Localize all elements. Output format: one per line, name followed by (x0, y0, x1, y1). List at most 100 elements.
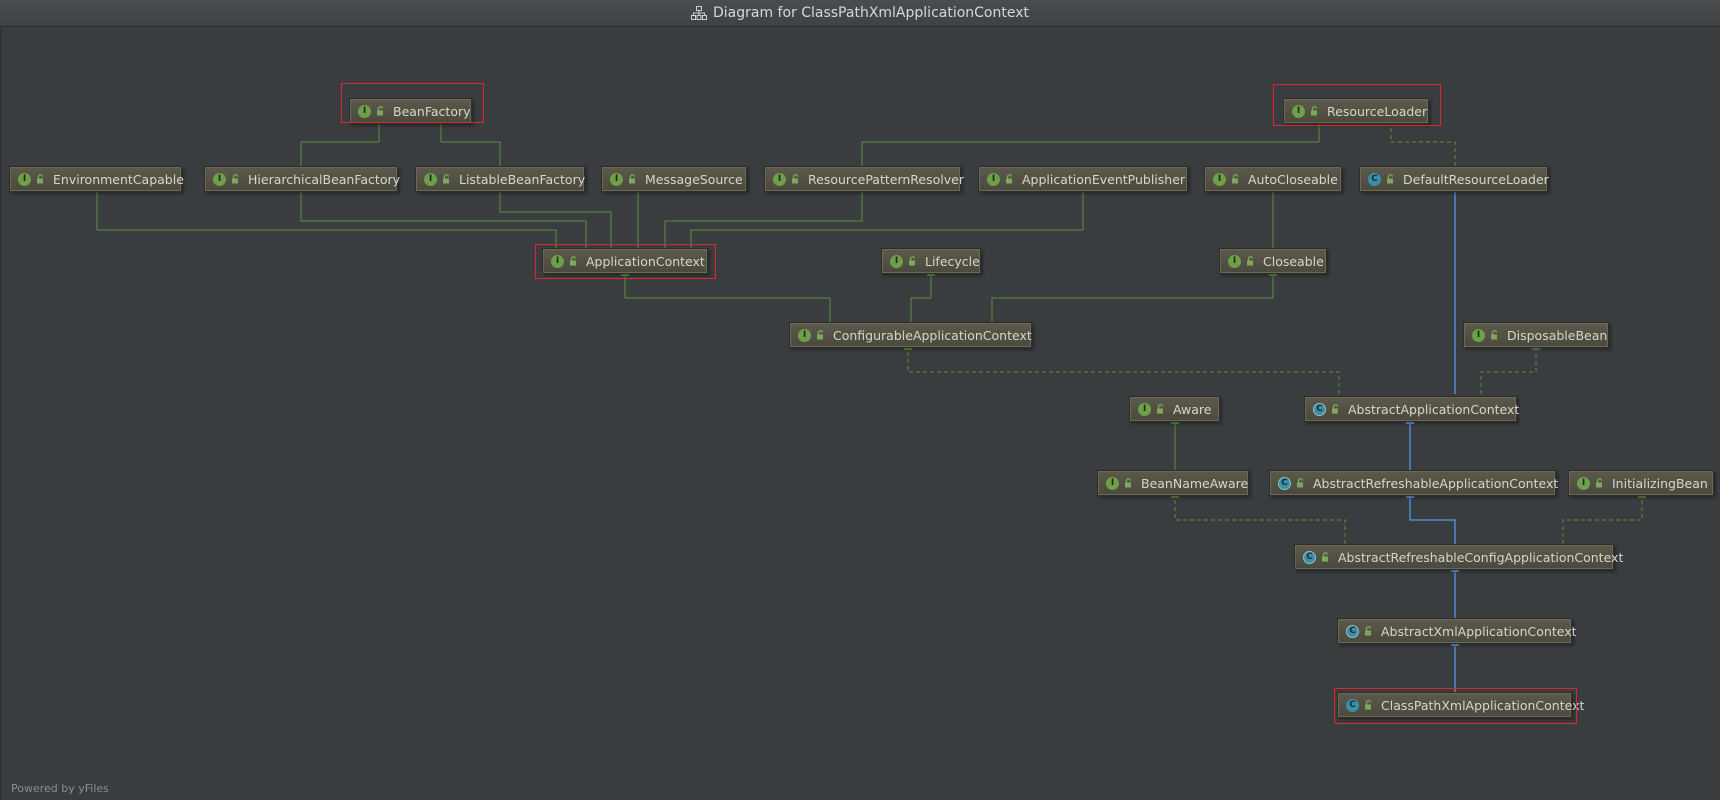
node-beannameaware[interactable]: I BeanNameAware (1097, 470, 1249, 496)
interface-icon: I (358, 104, 371, 118)
node-label: Lifecycle (925, 253, 980, 269)
lock-icon (1365, 626, 1372, 636)
lock-icon (909, 256, 916, 266)
interface-icon: I (213, 172, 226, 186)
lock-icon (232, 174, 239, 184)
node-label: ConfigurableApplicationContext (833, 327, 1032, 343)
lock-icon (629, 174, 636, 184)
edge-refreshableconfig-refreshable (1405, 489, 1456, 544)
node-label: ApplicationEventPublisher (1022, 171, 1186, 187)
node-label: HierarchicalBeanFactory (248, 171, 401, 187)
window-title: Diagram for ClassPathXmlApplicationConte… (712, 5, 1030, 21)
node-abstractrefreshableapplicationcontext[interactable]: C AbstractRefreshableApplicationContext (1269, 470, 1559, 496)
lock-icon (1247, 256, 1254, 266)
node-label: BeanFactory (393, 103, 471, 119)
node-label: BeanNameAware (1141, 475, 1249, 491)
edge-abstractapplicationcontext-configurable (903, 341, 1340, 394)
edge-defaultresourceloader-resourceloader (1386, 115, 1456, 166)
node-label: Closeable (1263, 253, 1324, 269)
interface-icon: I (773, 172, 786, 186)
edge-hierarchicalbeanfactory-beanfactory (300, 115, 384, 166)
lock-icon (1365, 700, 1372, 710)
node-autocloseable[interactable]: I AutoCloseable (1204, 166, 1342, 192)
node-label: ApplicationContext (586, 253, 705, 269)
node-label: Aware (1173, 401, 1212, 417)
interface-icon: I (1472, 328, 1485, 342)
interface-icon: I (610, 172, 623, 186)
node-label: EnvironmentCapable (53, 171, 184, 187)
node-label: MessageSource (645, 171, 743, 187)
node-lifecycle[interactable]: I Lifecycle (881, 248, 981, 274)
lock-icon (1596, 478, 1603, 488)
node-label: InitializingBean (1612, 475, 1708, 491)
edge-configurable-lifecycle (910, 267, 936, 322)
interface-icon: I (551, 254, 564, 268)
node-hierarchicalbeanfactory[interactable]: I HierarchicalBeanFactory (204, 166, 401, 192)
interface-icon: I (987, 172, 1000, 186)
node-disposablebean[interactable]: I DisposableBean (1463, 322, 1609, 348)
lock-icon (570, 256, 577, 266)
node-messagesource[interactable]: I MessageSource (601, 166, 747, 192)
diagram-canvas[interactable]: I BeanFactory I ResourceLoader I Environ… (0, 26, 1720, 800)
diagram-icon (690, 6, 707, 20)
interface-icon: I (798, 328, 811, 342)
lock-icon (817, 330, 824, 340)
abstract-class-icon: C (1313, 402, 1326, 416)
interface-icon: I (1138, 402, 1151, 416)
lock-icon (792, 174, 799, 184)
node-label: ResourceLoader (1327, 103, 1428, 119)
interface-icon: I (1213, 172, 1226, 186)
edge-abstractapplicationcontext-disposablebean (1480, 341, 1541, 394)
node-label: AbstractRefreshableConfigApplicationCont… (1338, 549, 1624, 565)
lock-icon (1311, 106, 1318, 116)
interface-icon: I (1228, 254, 1241, 268)
lock-icon (1157, 404, 1164, 414)
lock-icon (1006, 174, 1013, 184)
powered-by-label: Powered by yFiles (11, 782, 109, 795)
node-label: ClassPathXmlApplicationContext (1381, 697, 1585, 713)
node-abstractxmlapplicationcontext[interactable]: C AbstractXmlApplicationContext (1337, 618, 1577, 644)
node-classpathxmlapplicationcontext[interactable]: C ClassPathXmlApplicationContext (1337, 692, 1584, 718)
node-listablebeanfactory[interactable]: I ListableBeanFactory (415, 166, 585, 192)
node-resourcepatternresolver[interactable]: I ResourcePatternResolver (764, 166, 964, 192)
edge-configurable-applicationcontext (620, 267, 831, 322)
interface-icon: I (1292, 104, 1305, 118)
edge-configurable-closeable (991, 267, 1278, 322)
interface-icon: I (890, 254, 903, 268)
node-closeable[interactable]: I Closeable (1219, 248, 1327, 274)
abstract-class-icon: C (1346, 624, 1359, 638)
edge-listablebeanfactory-beanfactory (436, 115, 501, 166)
window-title-bar: Diagram for ClassPathXmlApplicationConte… (0, 0, 1720, 27)
abstract-class-icon: C (1278, 476, 1291, 490)
lock-icon (1322, 552, 1329, 562)
lock-icon (1491, 330, 1498, 340)
lock-icon (1232, 174, 1239, 184)
node-abstractrefreshableconfigapplicationcontext[interactable]: C AbstractRefreshableConfigApplicationCo… (1294, 544, 1623, 570)
node-configurableapplicationcontext[interactable]: I ConfigurableApplicationContext (789, 322, 1032, 348)
node-beanfactory[interactable]: I BeanFactory (349, 98, 472, 124)
node-abstractapplicationcontext[interactable]: C AbstractApplicationContext (1304, 396, 1519, 422)
node-label: DisposableBean (1507, 327, 1608, 343)
interface-icon: I (18, 172, 31, 186)
node-label: AbstractRefreshableApplicationContext (1313, 475, 1559, 491)
node-applicationcontext[interactable]: I ApplicationContext (542, 248, 708, 274)
node-defaultresourceloader[interactable]: C DefaultResourceLoader (1359, 166, 1549, 192)
node-aware[interactable]: I Aware (1129, 396, 1220, 422)
edge-applicationcontext-hierarchicalbeanfactory (296, 183, 587, 248)
edge-applicationcontext-resourcepatternresolver (664, 183, 867, 248)
node-environmentcapable[interactable]: I EnvironmentCapable (9, 166, 184, 192)
node-label: AutoCloseable (1248, 171, 1338, 187)
edge-applicationcontext-environmentcapable (92, 183, 557, 248)
lock-icon (1125, 478, 1132, 488)
lock-icon (443, 174, 450, 184)
node-label: ResourcePatternResolver (808, 171, 964, 187)
edge-applicationcontext-applicationeventpublisher (690, 183, 1088, 248)
abstract-class-icon: C (1303, 550, 1316, 564)
node-applicationeventpublisher[interactable]: I ApplicationEventPublisher (978, 166, 1188, 192)
lock-icon (377, 106, 384, 116)
lock-icon (1332, 404, 1339, 414)
node-resourceloader[interactable]: I ResourceLoader (1283, 98, 1429, 124)
edge-resourcepatternresolver-resourceloader (861, 115, 1324, 166)
node-initializingbean[interactable]: I InitializingBean (1568, 470, 1714, 496)
node-label: DefaultResourceLoader (1403, 171, 1549, 187)
